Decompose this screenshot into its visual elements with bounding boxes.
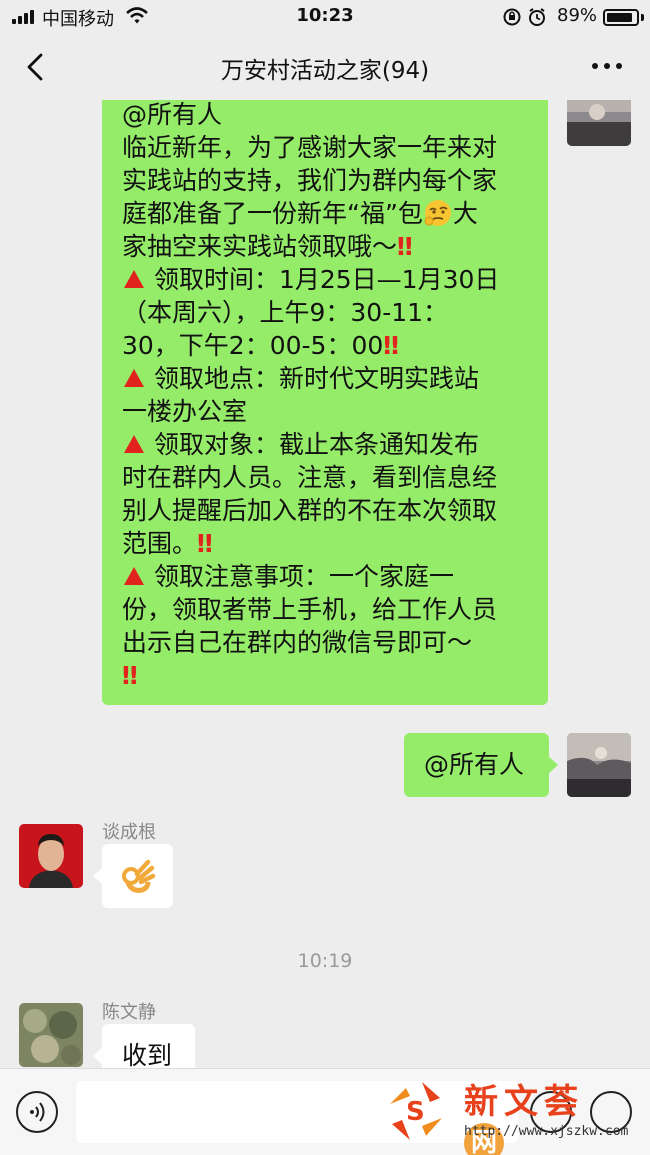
my-avatar[interactable]: [567, 733, 631, 797]
red-triangle-icon: [124, 567, 144, 585]
red-triangle-icon: [124, 270, 144, 288]
bubble-tail: [93, 1047, 103, 1065]
notice-line: 出示自己在群内的微信号即可～: [122, 628, 473, 657]
user-avatar[interactable]: [19, 824, 83, 888]
sender-name: 陈文静: [102, 1002, 156, 1023]
sender-name: 谈成根: [102, 822, 156, 843]
my-avatar[interactable]: [567, 100, 631, 146]
rotation-lock-and-alarm-icons: [503, 8, 545, 26]
status-time: 10:23: [296, 5, 354, 26]
battery-fill: [607, 13, 632, 22]
notice-text: 庭都准备了一份新年“福”包: [122, 199, 423, 228]
notice-line: （本周六），上午9：30-11：: [122, 298, 449, 327]
notice-line: 临近新年，为了感谢大家一年来对: [122, 133, 498, 162]
time-divider: 10:19: [297, 950, 353, 972]
notice-line: ‼: [122, 659, 530, 692]
double-exclamation-icon: ‼: [197, 529, 213, 558]
notice-line: 实践站的支持，我们为群内每个家: [122, 166, 498, 195]
mention-text: @所有人: [424, 750, 525, 779]
notice-line: 庭都准备了一份新年“福”包大: [122, 197, 530, 230]
notice-text: 领取注意事项：一个家庭一: [153, 562, 454, 591]
user-avatar[interactable]: [19, 1003, 83, 1067]
battery-icon: [603, 9, 639, 26]
ok-hand-emoji: [122, 859, 156, 893]
thinking-face-emoji: [424, 200, 451, 226]
chat-header: 万安村活动之家(94): [0, 34, 650, 100]
notice-text: 领取地点：新时代文明实践站: [153, 364, 479, 393]
red-triangle-icon: [124, 435, 144, 453]
notice-line: 领取时间：1月25日—1月30日: [122, 263, 530, 296]
notice-line: 份，领取者带上手机，给工作人员: [122, 595, 498, 624]
notice-line: @所有人: [122, 100, 223, 129]
notice-text: 家抽空来实践站领取哦～: [122, 232, 398, 261]
svg-text:S: S: [406, 1097, 425, 1127]
notice-text: 领取时间：1月25日—1月30日: [153, 265, 500, 294]
notice-text: 范围。: [122, 529, 198, 558]
notice-line: 领取对象：截止本条通知发布: [122, 428, 530, 461]
double-exclamation-icon: ‼: [397, 232, 413, 261]
notice-line: 30，下午2：00-5：00‼: [122, 329, 530, 362]
double-exclamation-icon: ‼: [383, 331, 399, 360]
message-list[interactable]: @所有人 临近新年，为了感谢大家一年来对 实践站的支持，我们为群内每个家 庭都准…: [0, 100, 650, 1068]
notice-message-bubble[interactable]: @所有人 临近新年，为了感谢大家一年来对 实践站的支持，我们为群内每个家 庭都准…: [102, 100, 548, 705]
status-bar: 中国移动 10:23 89%: [0, 0, 650, 34]
notice-line: 范围。‼: [122, 527, 530, 560]
bubble-tail: [548, 756, 558, 774]
bubble-tail: [93, 867, 103, 885]
notice-line: 时在群内人员。注意，看到信息经: [122, 463, 498, 492]
voice-icon[interactable]: [16, 1091, 58, 1133]
notice-text: 领取对象：截止本条通知发布: [153, 430, 479, 459]
watermark-name: 新文荟 网: [464, 1074, 640, 1155]
watermark-url: http://www.xjszkw.com: [464, 1124, 629, 1139]
notice-line: 家抽空来实践站领取哦～‼: [122, 230, 530, 263]
notice-line: 领取地点：新时代文明实践站: [122, 362, 530, 395]
ellipsis-icon[interactable]: [590, 56, 624, 76]
watermark-title: 新文荟: [464, 1082, 584, 1122]
emoji-message-bubble[interactable]: [93, 844, 173, 908]
mention-message-bubble[interactable]: @所有人: [404, 733, 558, 797]
message-text: 收到: [122, 1041, 173, 1068]
watermark-logo-icon: S: [390, 1082, 442, 1140]
notice-text: 大: [452, 199, 478, 228]
notice-text: 30，下午2：00-5：00: [122, 331, 384, 360]
notice-line: 领取注意事项：一个家庭一: [122, 560, 530, 593]
red-triangle-icon: [124, 369, 144, 387]
notice-line: 别人提醒后加入群的不在本次领取: [122, 496, 498, 525]
notice-line: 一楼办公室: [122, 397, 248, 426]
double-exclamation-icon: ‼: [122, 661, 138, 690]
text-message-bubble[interactable]: 收到: [93, 1024, 195, 1068]
chat-title: 万安村活动之家(94): [220, 58, 430, 84]
battery-percent: 89%: [557, 5, 598, 26]
battery-tip: [641, 14, 644, 21]
site-watermark: S 新文荟 网 http://www.xjszkw.com: [378, 1070, 640, 1155]
